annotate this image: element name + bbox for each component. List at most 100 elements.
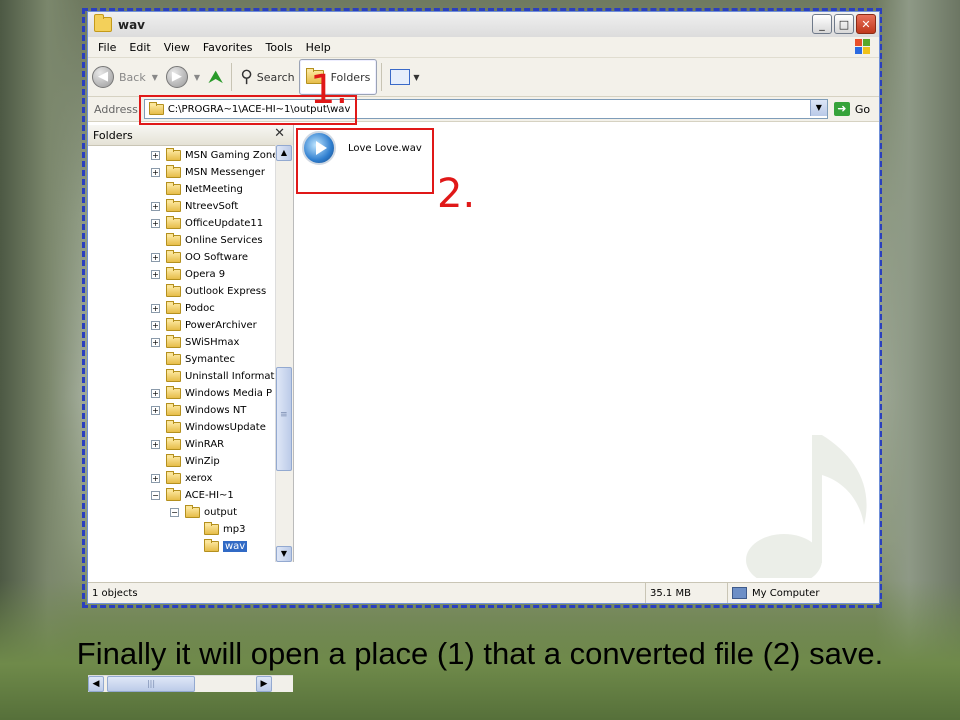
status-location: My Computer: [752, 587, 820, 599]
tree-item[interactable]: + xerox: [151, 470, 212, 487]
menu-tools[interactable]: Tools: [266, 41, 293, 54]
expand-icon[interactable]: +: [151, 474, 160, 483]
search-icon: ⚲: [240, 67, 253, 87]
tree-item[interactable]: Uninstall Informat: [151, 368, 274, 385]
expand-icon[interactable]: +: [151, 151, 160, 160]
horizontal-scroll-thumb[interactable]: |||: [107, 676, 195, 692]
tree-item[interactable]: + Windows Media P: [151, 385, 272, 402]
expand-icon[interactable]: +: [151, 304, 160, 313]
tree-item[interactable]: + Opera 9: [151, 266, 225, 283]
window-title: wav: [118, 17, 146, 32]
menu-file[interactable]: File: [98, 41, 116, 54]
tree-item-label: Outlook Express: [185, 286, 267, 297]
address-dropdown-icon[interactable]: ▼: [809, 100, 827, 116]
tree-item-label: ACE-HI~1: [185, 490, 234, 501]
search-button[interactable]: ⚲ Search: [236, 62, 298, 92]
tree-item-label: SWiSHmax: [185, 337, 240, 348]
menu-view[interactable]: View: [164, 41, 190, 54]
back-label: Back: [119, 70, 146, 84]
expand-icon[interactable]: +: [151, 202, 160, 211]
close-pane-icon[interactable]: ✕: [274, 126, 285, 141]
scroll-right-button[interactable]: ▶: [256, 676, 272, 692]
maximize-button[interactable]: □: [834, 14, 854, 34]
tree-item[interactable]: + PowerArchiver: [151, 317, 257, 334]
forward-button[interactable]: ▶ ▼: [162, 62, 204, 92]
collapse-icon[interactable]: −: [151, 491, 160, 500]
tree-item[interactable]: NetMeeting: [151, 181, 243, 198]
tree-item-label: MSN Messenger: [185, 167, 265, 178]
menu-edit[interactable]: Edit: [129, 41, 150, 54]
expand-icon[interactable]: +: [151, 440, 160, 449]
views-button[interactable]: ▼: [386, 62, 423, 92]
forward-dropdown-icon[interactable]: ▼: [194, 73, 200, 82]
close-button[interactable]: ✕: [856, 14, 876, 34]
title-bar[interactable]: wav _ □ ✕: [88, 12, 879, 37]
tree-item[interactable]: + NtreevSoft: [151, 198, 238, 215]
tree-item[interactable]: − output: [170, 504, 237, 521]
scroll-thumb[interactable]: [276, 367, 292, 471]
minimize-button[interactable]: _: [812, 14, 832, 34]
tree-item[interactable]: − ACE-HI~1: [151, 487, 234, 504]
tree-item-label: Windows NT: [185, 405, 247, 416]
folder-icon: [204, 522, 219, 535]
scroll-down-button[interactable]: ▼: [276, 546, 292, 562]
expand-icon[interactable]: +: [151, 168, 160, 177]
tree-item[interactable]: + WinRAR: [151, 436, 224, 453]
up-folder-icon: ⮝: [208, 66, 224, 88]
go-button[interactable]: ➜ Go: [833, 102, 871, 116]
tree-item-label: wav: [223, 541, 248, 552]
folder-icon: [166, 352, 181, 365]
tree-item-label: WinRAR: [185, 439, 225, 450]
tree-item[interactable]: mp3: [189, 521, 245, 538]
search-label: Search: [256, 70, 295, 84]
menu-favorites[interactable]: Favorites: [203, 41, 253, 54]
my-computer-icon: [732, 587, 747, 599]
tree-item[interactable]: Symantec: [151, 351, 235, 368]
expand-icon[interactable]: +: [151, 270, 160, 279]
expand-icon[interactable]: +: [151, 219, 160, 228]
back-button[interactable]: ◀ Back ▼: [88, 62, 162, 92]
back-dropdown-icon[interactable]: ▼: [152, 73, 158, 82]
folder-icon: [166, 386, 181, 399]
vertical-scrollbar[interactable]: ▲ ▼: [275, 145, 293, 562]
tree-item[interactable]: WindowsUpdate: [151, 419, 266, 436]
status-location-cell: My Computer: [728, 583, 878, 603]
tree-item[interactable]: + OfficeUpdate11: [151, 215, 263, 232]
tree-item[interactable]: + MSN Messenger: [151, 164, 265, 181]
toolbar-separator: [231, 63, 233, 91]
tree-item[interactable]: Outlook Express: [151, 283, 266, 300]
expand-icon[interactable]: +: [151, 338, 160, 347]
folder-icon: [166, 420, 181, 433]
content-area: Folders ✕ + MSN Gaming Zone + MSN Messenger…: [88, 125, 879, 692]
collapse-icon[interactable]: −: [170, 508, 179, 517]
back-arrow-icon: ◀: [92, 66, 114, 88]
expand-icon[interactable]: +: [151, 406, 160, 415]
go-label: Go: [854, 102, 871, 116]
tree-item-label: output: [204, 507, 237, 518]
folder-icon: [166, 148, 181, 161]
windows-logo-icon: [855, 39, 871, 55]
expand-icon[interactable]: +: [151, 389, 160, 398]
tree-item[interactable]: + SWiSHmax: [151, 334, 239, 351]
folder-icon: [166, 437, 181, 450]
tree-item[interactable]: + OO Software: [151, 249, 248, 266]
folder-icon: [94, 14, 112, 32]
tree-item[interactable]: + Podoc: [151, 300, 215, 317]
tree-item-label: MSN Gaming Zone: [185, 150, 275, 161]
horizontal-scrollbar[interactable]: ◀ ||| ▶: [88, 675, 293, 692]
tree-item-label: OO Software: [185, 252, 249, 263]
scroll-up-button[interactable]: ▲: [276, 145, 292, 161]
tree-item-label: WinZip: [185, 456, 220, 467]
expand-icon[interactable]: +: [151, 253, 160, 262]
tree-item[interactable]: WinZip: [151, 453, 220, 470]
tree-item[interactable]: + Windows NT: [151, 402, 246, 419]
folder-icon: [166, 233, 181, 246]
folder-icon: [166, 335, 181, 348]
up-folder-button[interactable]: ⮝: [204, 62, 227, 92]
tree-item[interactable]: wav: [189, 538, 248, 555]
menu-help[interactable]: Help: [306, 41, 331, 54]
expand-icon[interactable]: +: [151, 321, 160, 330]
tree-item[interactable]: Online Services: [151, 232, 263, 249]
scroll-left-button[interactable]: ◀: [88, 676, 104, 692]
tree-item[interactable]: + MSN Gaming Zone: [151, 147, 275, 164]
